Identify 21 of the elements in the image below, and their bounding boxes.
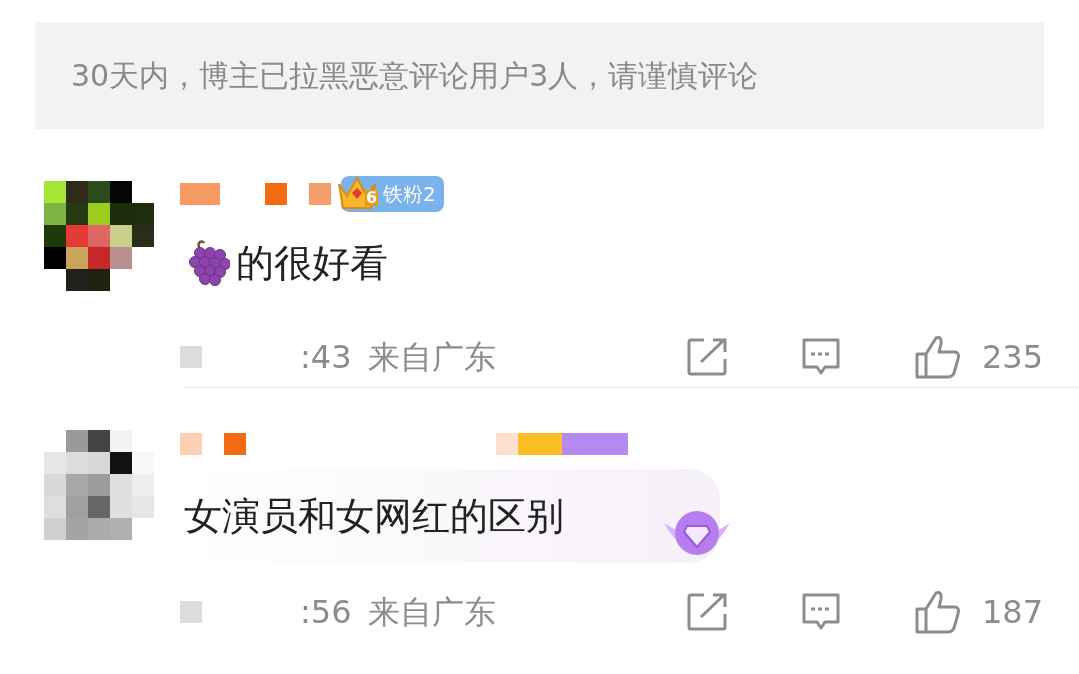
thumbs-up-icon[interactable] [913,589,962,635]
thumbs-up-icon[interactable] [913,334,962,380]
status-square-icon [180,346,202,368]
comment-location: 来自广东 [367,592,496,633]
pixelated-avatar[interactable] [44,430,154,540]
pixelated-username[interactable] [180,183,331,206]
badge-level: 6 [365,190,379,207]
like-count: 187 [981,592,1043,633]
comment-text: 的很好看 [236,239,388,287]
share-icon[interactable] [685,337,728,377]
comment-time: :43 [300,337,352,378]
badge-label: 铁粉2 [383,181,436,209]
share-icon[interactable] [685,592,728,632]
pixelated-username[interactable] [180,433,628,455]
comment-text: 女演员和女网红的区别 [184,492,564,540]
like-count: 235 [981,337,1043,378]
pixelated-avatar[interactable] [44,181,154,291]
status-square-icon [180,601,202,623]
comment-location: 来自广东 [367,337,496,378]
notice-banner: 30天内，博主已拉黑恶意评论用户3人，请谨慎评论 [35,22,1044,129]
comment-time: :56 [300,592,352,633]
